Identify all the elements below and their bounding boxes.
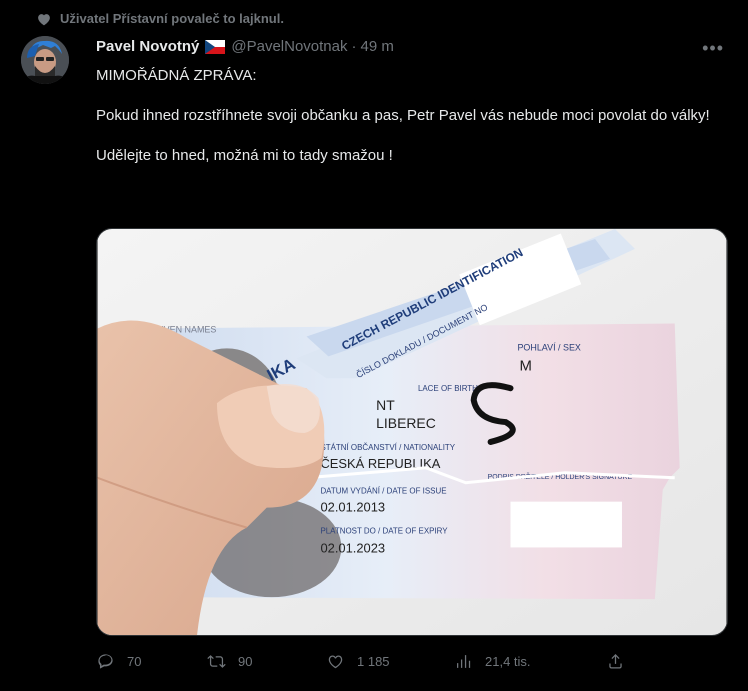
share-icon (609, 654, 622, 669)
card-text: STÁTNÍ OBČANSTVÍ / NATIONALITY (320, 443, 455, 452)
reply-button[interactable]: 70 (96, 652, 141, 671)
more-icon[interactable]: ••• (702, 38, 724, 59)
reply-count: 70 (127, 654, 142, 669)
retweet-count: 90 (238, 654, 253, 669)
card-text: 02.01.2023 (320, 540, 385, 555)
card-text: NT (376, 397, 395, 413)
tweet-line: MIMOŘÁDNÁ ZPRÁVA: (96, 67, 257, 84)
card-text: POHLAVÍ / SEX (517, 342, 580, 352)
card-text: LIBEREC (376, 415, 436, 431)
views-button[interactable]: 21,4 tis. (454, 652, 531, 671)
czech-flag-icon (205, 39, 226, 54)
tweet-header: Pavel Novotný @PavelNovotnak · 49 m ••• (96, 38, 724, 58)
card-text: 02.01.2013 (320, 500, 385, 515)
like-icon (328, 655, 343, 669)
card-text: DATUM VYDÁNÍ / DATE OF ISSUE (320, 487, 446, 496)
author-name[interactable]: Pavel Novotný (96, 38, 199, 55)
avatar[interactable] (21, 36, 69, 84)
share-button[interactable] (606, 652, 625, 671)
views-count: 21,4 tis. (485, 654, 531, 669)
id-card-photo: / GIVEN NAMES CZECH REPUBLIC IDENTIFICAT… (97, 229, 727, 635)
like-button[interactable]: 1 185 (326, 652, 390, 671)
card-text: LACE OF BIRTH (418, 384, 478, 393)
retweet-icon (207, 655, 226, 668)
social-context[interactable]: Uživatel Přístavní povaleč to lajknul. (38, 11, 284, 26)
views-icon (457, 655, 471, 668)
reply-icon (98, 654, 113, 669)
tweet-line: Pokud ihned rozstříhnete svoji občanku a… (96, 107, 710, 124)
tweet-time[interactable]: 49 m (361, 38, 394, 55)
separator-dot: · (351, 38, 357, 55)
action-bar: 70 90 1 185 21,4 tis. (96, 652, 728, 676)
author-handle[interactable]: @PavelNovotnak (231, 38, 347, 55)
retweet-button[interactable]: 90 (207, 652, 252, 671)
like-count: 1 185 (357, 654, 390, 669)
tweet-text: MIMOŘÁDNÁ ZPRÁVA: Pokud ihned rozstříhne… (96, 66, 726, 166)
card-text: PLATNOST DO / DATE OF EXPIRY (320, 527, 448, 536)
social-context-text: Uživatel Přístavní povaleč to lajknul. (60, 11, 284, 26)
heart-icon (0, 11, 60, 27)
tweet-photo[interactable]: / GIVEN NAMES CZECH REPUBLIC IDENTIFICAT… (96, 228, 728, 636)
tweet-line: Udělejte to hned, možná mi to tady smažo… (96, 147, 393, 164)
card-text: M (519, 357, 531, 374)
